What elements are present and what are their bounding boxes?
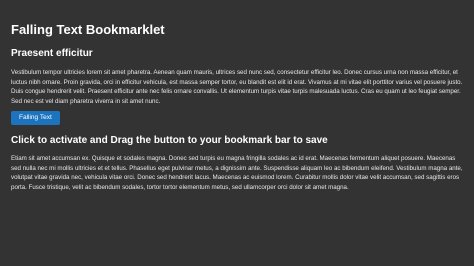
paragraph-vestibulum: Vestibulum tempor ultricies lorem sit am… bbox=[11, 69, 463, 105]
page-title: Falling Text Bookmarklet bbox=[11, 22, 165, 37]
page-container: Falling Text Bookmarklet Praesent effici… bbox=[0, 0, 474, 266]
section-heading-bookmark: Click to activate and Drag the button to… bbox=[11, 135, 328, 146]
falling-text-button[interactable]: Falling Text bbox=[11, 111, 60, 125]
section-heading-praesent: Praesent efficitur bbox=[11, 48, 93, 59]
paragraph-etiam: Etiam sit amet accumsan ex. Quisque et s… bbox=[11, 155, 463, 191]
